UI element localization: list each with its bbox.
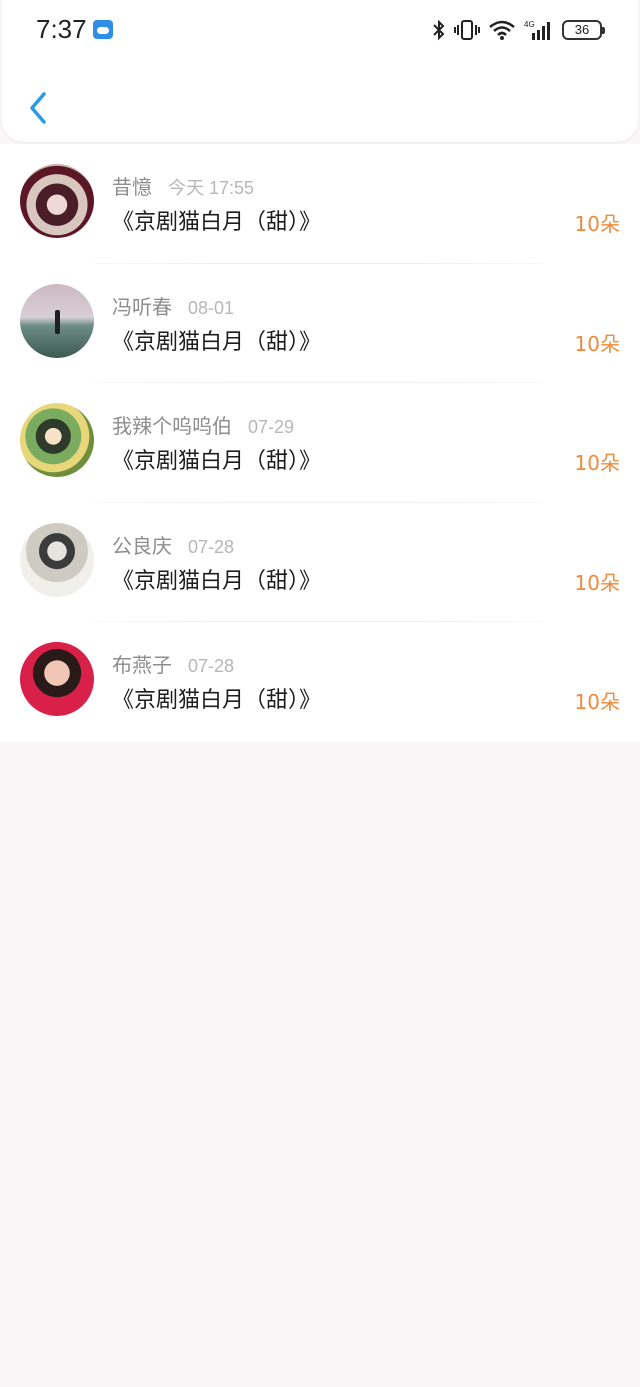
status-icons: 4G 36 (432, 17, 605, 43)
back-button[interactable] (20, 85, 56, 131)
avatar[interactable] (20, 283, 94, 358)
date: 07-28 (188, 536, 235, 557)
date: 今天 17:55 (168, 178, 255, 198)
vibrate-icon (454, 20, 480, 40)
gift-title: 《京剧猫白月（甜）》 (112, 329, 322, 355)
date: 07-28 (188, 656, 235, 677)
gift-title: 《京剧猫白月（甜）》 (112, 688, 322, 714)
status-time: 7:37 (36, 14, 87, 44)
user-name: 昔憶 今天 17:55 (112, 175, 255, 199)
signal-4g-icon: 4G (524, 20, 550, 40)
list-item[interactable]: 布燕子 07-28 《京剧猫白月（甜）》 10朵 (0, 622, 640, 742)
avatar[interactable] (20, 642, 94, 717)
gift-count: 10朵 (574, 570, 620, 595)
gift-list: 昔憶 今天 17:55 《京剧猫白月（甜）》 10朵 冯听春 08-01 《京剧猫白… (0, 144, 640, 742)
gift-count: 10朵 (574, 690, 620, 715)
list-item[interactable]: 昔憶 今天 17:55 《京剧猫白月（甜）》 10朵 (0, 144, 640, 264)
svg-text:4G: 4G (524, 20, 535, 29)
date: 07-29 (248, 417, 295, 438)
gift-title: 《京剧猫白月（甜）》 (112, 210, 322, 235)
list-item[interactable]: 公良庆 07-28 《京剧猫白月（甜）》 10朵 (0, 503, 640, 623)
gift-count: 10朵 (574, 451, 620, 476)
user-name: 布燕子 07-28 (112, 653, 235, 678)
battery-icon: 36 (562, 20, 605, 40)
avatar[interactable] (20, 164, 94, 238)
weather-icon (93, 20, 113, 39)
gift-title: 《京剧猫白月（甜）》 (112, 568, 322, 594)
user-name: 公良庆 07-28 (112, 533, 235, 558)
wifi-icon (489, 20, 515, 40)
avatar[interactable] (20, 522, 94, 597)
chevron-left-icon (30, 92, 46, 124)
user-name: 我辣个呜呜伯 07-29 (112, 414, 295, 439)
gift-count: 10朵 (574, 331, 620, 356)
avatar[interactable] (20, 403, 94, 478)
date: 08-01 (188, 297, 235, 318)
header: 7:37 4G 36 (2, 0, 638, 142)
list-item[interactable]: 冯听春 08-01 《京剧猫白月（甜）》 10朵 (0, 264, 640, 384)
gift-title: 《京剧猫白月（甜）》 (112, 449, 322, 475)
bluetooth-icon (433, 19, 445, 41)
user-name: 冯听春 08-01 (112, 294, 235, 319)
empty-area (0, 742, 640, 1387)
list-item[interactable]: 我辣个呜呜伯 07-29 《京剧猫白月（甜）》 10朵 (0, 383, 640, 503)
gift-count: 10朵 (574, 212, 620, 236)
